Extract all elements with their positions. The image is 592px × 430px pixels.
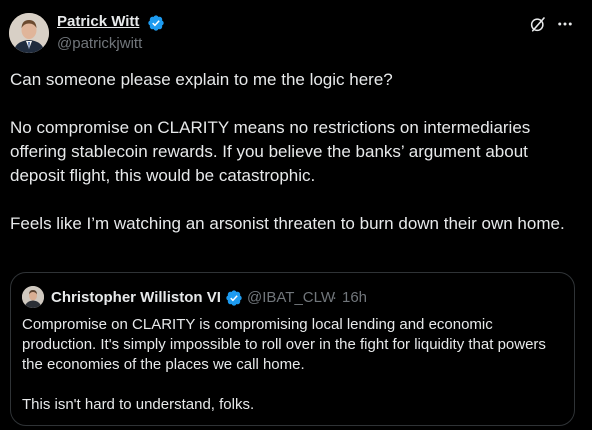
quoted-text-paragraph: This isn't hard to understand, folks. bbox=[22, 396, 255, 413]
tweet-text-paragraph: Feels like I’m watching an arsonist thre… bbox=[10, 214, 565, 233]
avatar-image bbox=[9, 13, 49, 53]
grok-icon[interactable] bbox=[529, 15, 547, 33]
avatar-image bbox=[22, 286, 44, 308]
author-handle[interactable]: @patrickjwitt bbox=[57, 35, 142, 52]
quoted-author-handle[interactable]: @IBAT_CLW bbox=[247, 289, 335, 306]
quoted-author-avatar[interactable] bbox=[22, 286, 44, 308]
verified-badge-icon bbox=[148, 15, 164, 31]
tweet-text-paragraph: No compromise on CLARITY means no restri… bbox=[10, 118, 531, 185]
author-name[interactable]: Patrick Witt bbox=[57, 13, 139, 30]
tweet-text-paragraph: Can someone please explain to me the log… bbox=[10, 70, 393, 89]
verified-badge-icon bbox=[226, 290, 242, 306]
quoted-timestamp[interactable]: 16h bbox=[342, 289, 367, 306]
separator-dot: · bbox=[332, 289, 337, 306]
more-horizontal-icon[interactable] bbox=[556, 15, 574, 33]
quoted-tweet-card[interactable]: Christopher Williston VI @IBAT_CLW · 16h… bbox=[10, 272, 575, 426]
quoted-text-paragraph: Compromise on CLARITY is compromising lo… bbox=[22, 316, 546, 373]
quoted-author-name[interactable]: Christopher Williston VI bbox=[51, 289, 221, 306]
author-avatar[interactable] bbox=[9, 13, 49, 53]
